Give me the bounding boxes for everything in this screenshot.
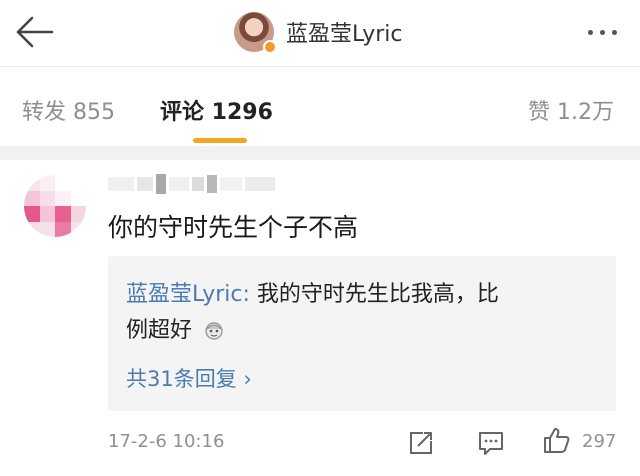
reply-preview[interactable]: 蓝盈莹Lyric: 我的守时先生比我高，比 例超好 共31条回复 › [108, 256, 616, 411]
reply-author-link[interactable]: 蓝盈莹Lyric: [126, 282, 250, 307]
avatar[interactable] [234, 12, 277, 54]
more-dots-icon[interactable] [584, 20, 620, 44]
like-count: 297 [582, 431, 617, 452]
tab-likes[interactable]: 赞 1.2万 [528, 94, 614, 126]
commenter-name-blurred[interactable] [108, 172, 278, 196]
section-divider [0, 146, 640, 160]
tab-bar: 转发 855 评论 1296 赞 1.2万 [0, 80, 640, 144]
view-replies-link[interactable]: 共31条回复 › [126, 363, 252, 393]
back-button[interactable] [12, 10, 58, 54]
profile-name[interactable]: 蓝盈莹Lyric [286, 16, 403, 48]
tab-comments[interactable]: 评论 1296 [160, 94, 273, 126]
top-bar: 蓝盈莹Lyric [0, 0, 640, 66]
profile-header[interactable]: 蓝盈莹Lyric [234, 10, 403, 54]
divider [0, 66, 640, 67]
reply-line: 例超好 [126, 312, 225, 344]
arrow-left-icon [16, 16, 54, 48]
active-tab-indicator [193, 138, 247, 143]
verified-badge-icon [263, 40, 277, 54]
share-icon[interactable] [406, 428, 436, 458]
commenter-avatar[interactable] [24, 175, 86, 237]
reply-text: 例超好 [126, 318, 193, 343]
thumbs-up-icon[interactable] [541, 425, 571, 455]
comment-text: 你的守时先生个子不高 [108, 213, 359, 242]
comment-timestamp: 17-2-6 10:16 [108, 431, 225, 452]
emoji-face-icon [205, 322, 223, 340]
reply-text: 我的守时先生比我高，比 [249, 282, 499, 307]
tab-repost[interactable]: 转发 855 [22, 94, 115, 126]
reply-line: 蓝盈莹Lyric: 我的守时先生比我高，比 [126, 276, 499, 308]
comment-icon[interactable] [476, 428, 506, 458]
